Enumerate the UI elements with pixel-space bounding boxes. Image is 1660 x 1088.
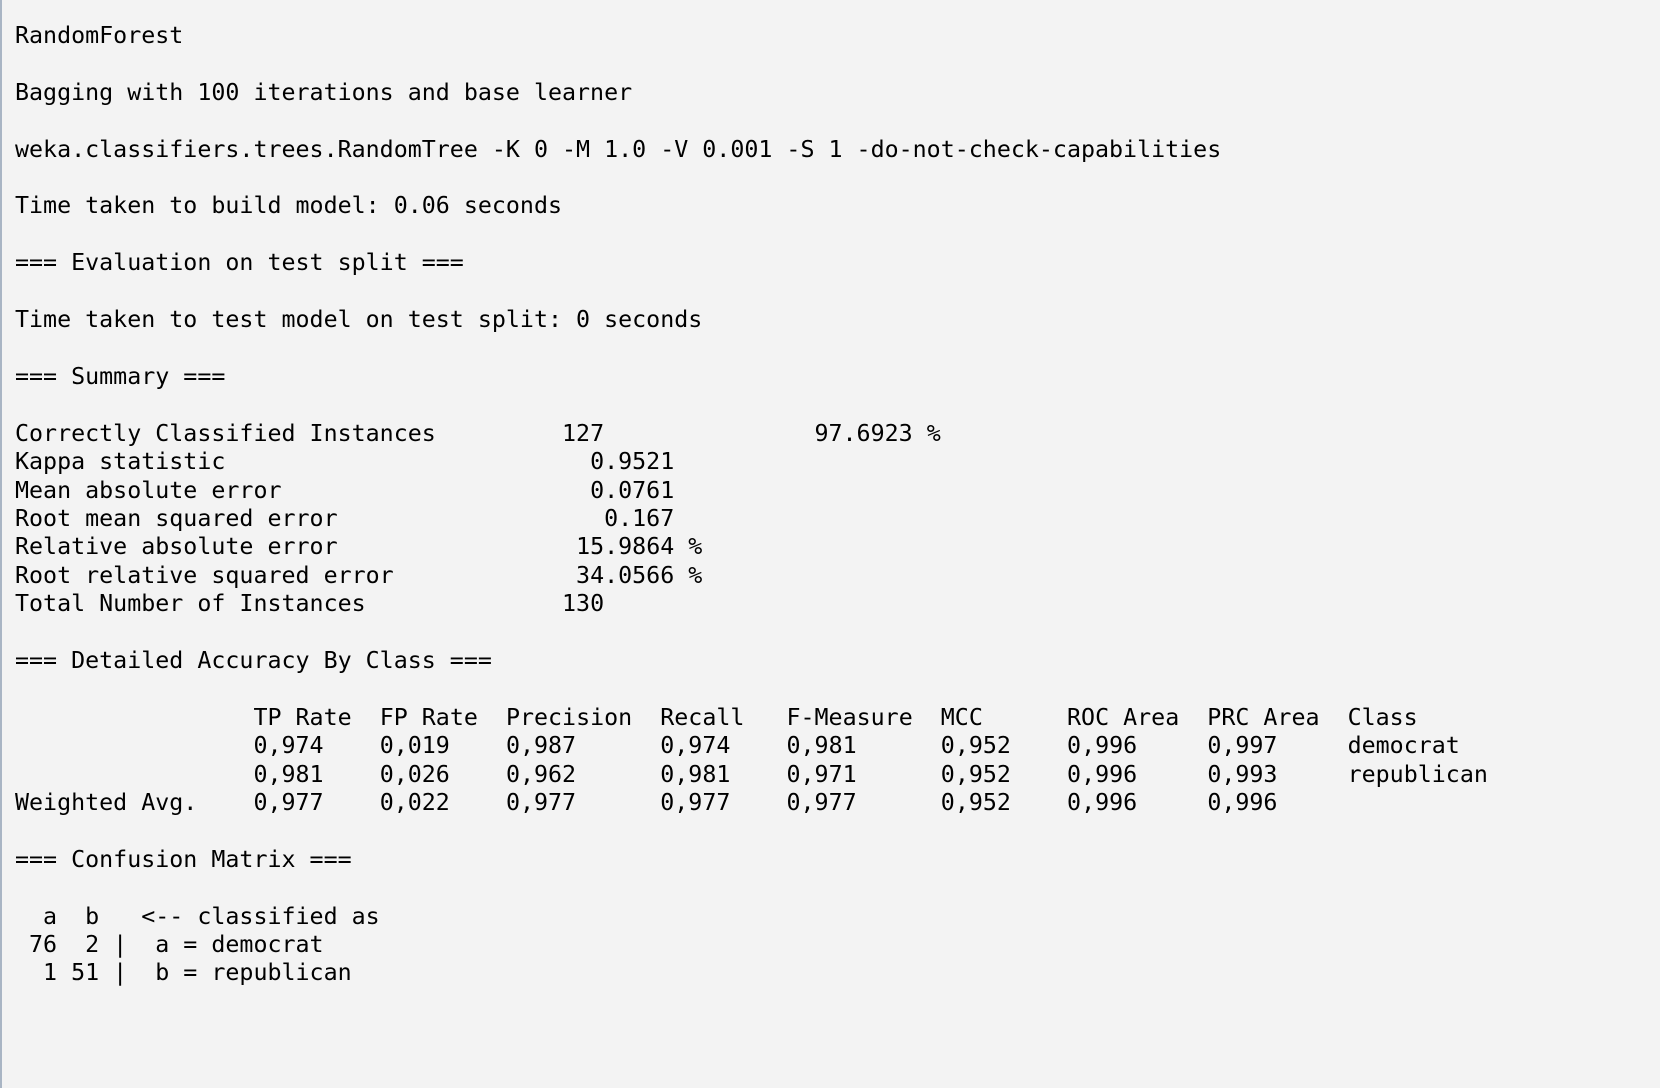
- summary-row: Correctly Classified Instances 127 97.69…: [15, 420, 941, 447]
- confusion-row: 1 51 | b = republican: [15, 959, 352, 987]
- classifier-output-panel[interactable]: RandomForest Bagging with 100 iterations…: [0, 0, 1660, 1088]
- table-cell: 0,019: [379, 732, 450, 760]
- summary-value: 127: [562, 419, 605, 447]
- table-cell: 0,952: [940, 760, 1011, 788]
- confusion-row: 76 2 | a = democrat: [15, 931, 324, 958]
- table-cell: democrat: [1347, 732, 1460, 760]
- table-cell: 0,962: [505, 760, 577, 788]
- table-cell: 0,974: [660, 732, 731, 760]
- accuracy-row: Weighted Avg. 0,977 0,022 0,977 0,977 0,…: [15, 789, 1277, 816]
- table-cell: 0,981: [253, 760, 324, 788]
- summary-label: Relative absolute error: [15, 533, 338, 561]
- summary-label: Mean absolute error: [15, 476, 282, 504]
- summary-percent: 97.6923 %: [814, 419, 941, 447]
- table-cell: 0,026: [379, 760, 450, 788]
- summary-row: Mean absolute error 0.0761: [15, 477, 674, 504]
- accuracy-header-row: TP Rate FP Rate Precision Recall F-Measu…: [15, 703, 1418, 731]
- build-time-line: Time taken to build model: 0.06 seconds: [15, 192, 563, 220]
- table-cell: 0,971: [786, 760, 857, 788]
- table-cell: 0,977: [253, 788, 324, 816]
- summary-row: Relative absolute error 15.9864 %: [15, 533, 702, 560]
- base-learner-line: weka.classifiers.trees.RandomTree -K 0 -…: [15, 135, 1222, 163]
- column-header: FP Rate: [379, 703, 478, 731]
- column-header: TP Rate: [253, 703, 352, 731]
- table-cell: republican: [1347, 760, 1488, 788]
- classifier-output-text: RandomForest Bagging with 100 iterations…: [15, 22, 1488, 988]
- summary-row: Root relative squared error 34.0566 %: [15, 562, 702, 589]
- table-cell: 0,987: [505, 732, 577, 760]
- summary-value: 130: [562, 590, 605, 618]
- summary-value: 0.9521: [590, 448, 675, 476]
- column-header: ROC Area: [1067, 703, 1180, 731]
- table-cell: 0,977: [786, 788, 857, 816]
- column-header: Class: [1347, 703, 1418, 731]
- table-cell: 0,952: [940, 732, 1011, 760]
- table-cell: 0,997: [1207, 732, 1278, 760]
- table-cell: 0,022: [379, 788, 450, 816]
- column-header: Recall: [660, 703, 745, 731]
- column-header: F-Measure: [786, 703, 913, 731]
- row-label: Weighted Avg.: [15, 788, 198, 816]
- summary-row: Total Number of Instances 130: [15, 590, 604, 617]
- table-cell: 0,974: [253, 732, 324, 760]
- column-header: Precision: [505, 703, 633, 731]
- bagging-line: Bagging with 100 iterations and base lea…: [15, 78, 633, 106]
- section-confusion-matrix: === Confusion Matrix ===: [15, 845, 352, 873]
- table-cell: 0,996: [1207, 788, 1278, 816]
- classifier-name: RandomForest: [15, 22, 184, 49]
- test-time-line: Time taken to test model on test split: …: [15, 306, 703, 334]
- column-header: PRC Area: [1207, 703, 1320, 731]
- table-cell: 0,977: [505, 788, 577, 816]
- section-summary: === Summary ===: [15, 362, 226, 390]
- summary-row: Kappa statistic 0.9521: [15, 448, 674, 475]
- summary-value: 15.9864 %: [576, 533, 703, 561]
- accuracy-row: 0,981 0,026 0,962 0,981 0,971 0,952 0,99…: [15, 760, 1488, 788]
- accuracy-row: 0,974 0,019 0,987 0,974 0,981 0,952 0,99…: [15, 732, 1460, 760]
- section-evaluation: === Evaluation on test split ===: [15, 249, 464, 277]
- summary-label: Total Number of Instances: [15, 590, 366, 618]
- table-cell: 0,981: [660, 760, 731, 788]
- summary-label: Root relative squared error: [15, 561, 394, 589]
- summary-value: 34.0566 %: [576, 561, 703, 589]
- table-cell: 0,996: [1067, 788, 1138, 816]
- column-header: MCC: [940, 703, 983, 731]
- summary-value: 0.167: [604, 504, 675, 532]
- summary-row: Root mean squared error 0.167: [15, 505, 674, 532]
- summary-label: Correctly Classified Instances: [15, 419, 436, 447]
- section-detailed-accuracy: === Detailed Accuracy By Class ===: [15, 646, 492, 674]
- table-cell: 0,993: [1207, 760, 1278, 788]
- table-cell: 0,981: [786, 732, 857, 760]
- table-cell: 0,952: [940, 788, 1011, 816]
- confusion-header: a b <-- classified as: [15, 902, 380, 930]
- table-cell: 0,996: [1067, 732, 1138, 760]
- table-cell: 0,996: [1067, 760, 1138, 788]
- summary-value: 0.0761: [590, 476, 675, 504]
- summary-label: Kappa statistic: [15, 448, 226, 476]
- table-cell: 0,977: [660, 788, 731, 816]
- summary-label: Root mean squared error: [15, 504, 338, 532]
